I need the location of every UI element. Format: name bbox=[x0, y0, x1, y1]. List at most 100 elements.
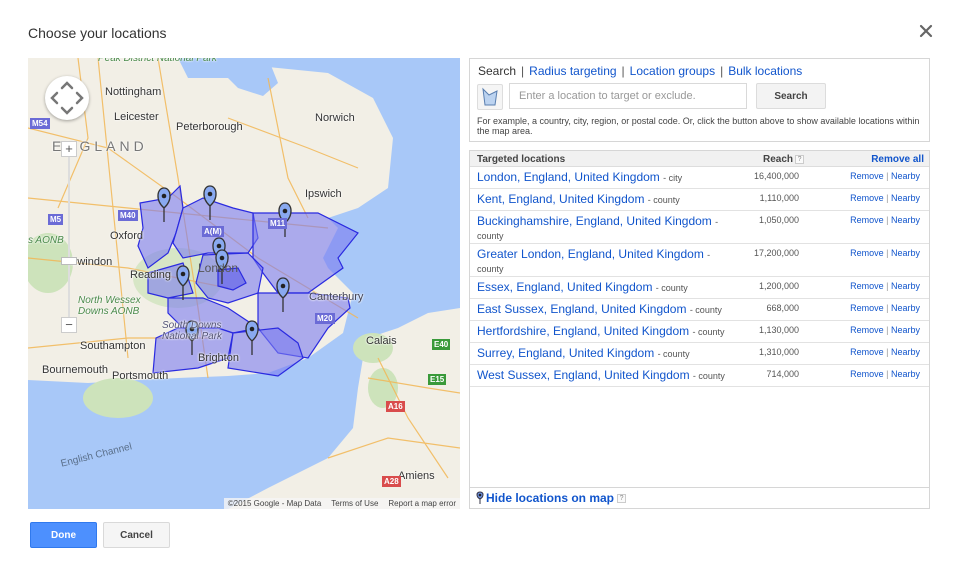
action-separator: | bbox=[886, 248, 889, 258]
map-label-brighton: Brighton bbox=[198, 352, 239, 364]
nearby-link[interactable]: Nearby bbox=[891, 325, 920, 335]
close-icon bbox=[919, 24, 933, 38]
map-pin-icon bbox=[476, 491, 484, 504]
map-label-north-wessex: North Wessex bbox=[78, 295, 141, 306]
map-label-peterborough: Peterborough bbox=[176, 121, 243, 133]
map-label-calais: Calais bbox=[366, 335, 397, 347]
pan-arrows-icon bbox=[50, 81, 84, 115]
header-reach: Reach? bbox=[763, 154, 805, 165]
nearby-link[interactable]: Nearby bbox=[891, 303, 920, 313]
remove-link[interactable]: Remove bbox=[850, 248, 884, 258]
remove-link[interactable]: Remove bbox=[850, 369, 884, 379]
location-name[interactable]: London, England, United Kingdom bbox=[477, 170, 660, 184]
hide-locations-link[interactable]: Hide locations on map ? bbox=[475, 491, 627, 505]
map-area-icon bbox=[482, 87, 498, 106]
map-label-downs-aonb: Downs AONB bbox=[78, 306, 140, 317]
hide-locations-help-icon[interactable]: ? bbox=[617, 493, 627, 503]
remove-link[interactable]: Remove bbox=[850, 193, 884, 203]
location-type: - county bbox=[692, 371, 725, 381]
dialog-title: Choose your locations bbox=[28, 25, 167, 41]
action-separator: | bbox=[886, 193, 889, 203]
location-type: - county bbox=[689, 305, 722, 315]
zoom-in-button[interactable]: + bbox=[61, 141, 77, 157]
map-footer: ©2015 Google - Map Data Terms of Use Rep… bbox=[223, 498, 460, 509]
road-a28: A28 bbox=[382, 476, 401, 487]
map-label-national-park: National Park bbox=[162, 331, 223, 342]
map-report-link[interactable]: Report a map error bbox=[388, 499, 456, 508]
header-targeted-locations: Targeted locations bbox=[477, 154, 566, 165]
tab-separator: | bbox=[720, 64, 724, 78]
targets-table-header: Targeted locations Reach? Remove all bbox=[470, 151, 929, 167]
nearby-link[interactable]: Nearby bbox=[891, 281, 920, 291]
zoom-out-button[interactable]: − bbox=[61, 317, 77, 333]
hide-locations-label[interactable]: Hide locations on map bbox=[486, 491, 614, 505]
location-reach: 1,130,000 bbox=[758, 325, 799, 335]
map-pan-control[interactable] bbox=[45, 76, 89, 120]
remove-link[interactable]: Remove bbox=[850, 281, 884, 291]
remove-link[interactable]: Remove bbox=[850, 325, 884, 335]
reach-help-icon[interactable]: ? bbox=[795, 154, 805, 164]
cancel-button[interactable]: Cancel bbox=[103, 522, 170, 548]
tab-separator: | bbox=[521, 64, 525, 78]
tab-search[interactable]: Search bbox=[478, 64, 516, 78]
tab-radius-targeting[interactable]: Radius targeting bbox=[529, 64, 616, 78]
location-reach: 1,200,000 bbox=[758, 281, 799, 291]
zoom-slider-track[interactable] bbox=[68, 148, 70, 324]
map-label-nottingham: Nottingham bbox=[105, 86, 162, 98]
show-map-area-button[interactable] bbox=[477, 84, 503, 110]
action-separator: | bbox=[886, 281, 889, 291]
location-reach: 1,310,000 bbox=[758, 347, 799, 357]
nearby-link[interactable]: Nearby bbox=[891, 215, 920, 225]
done-button[interactable]: Done bbox=[30, 522, 97, 548]
tab-location-groups[interactable]: Location groups bbox=[630, 64, 715, 78]
location-reach: 714,000 bbox=[766, 369, 799, 379]
location-name[interactable]: East Sussex, England, United Kingdom bbox=[477, 302, 686, 316]
zoom-slider-handle[interactable] bbox=[61, 257, 77, 265]
map-copyright: ©2015 Google - Map Data bbox=[227, 499, 322, 508]
location-name[interactable]: Kent, England, United Kingdom bbox=[477, 192, 644, 206]
location-name[interactable]: Greater London, England, United Kingdom bbox=[477, 247, 704, 261]
map-label-portsmouth: Portsmouth bbox=[112, 370, 169, 382]
location-name[interactable]: West Sussex, England, United Kingdom bbox=[477, 368, 690, 382]
road-m5: M5 bbox=[48, 214, 64, 225]
remove-link[interactable]: Remove bbox=[850, 347, 884, 357]
remove-all-link[interactable]: Remove all bbox=[871, 154, 924, 165]
location-type: - county bbox=[647, 195, 680, 205]
table-row: Buckinghamshire, England, United Kingdom… bbox=[470, 211, 929, 244]
location-name[interactable]: Surrey, England, United Kingdom bbox=[477, 346, 654, 360]
location-reach: 1,050,000 bbox=[758, 215, 799, 225]
search-hint: For example, a country, city, region, or… bbox=[477, 116, 920, 136]
close-button[interactable] bbox=[918, 23, 934, 39]
map-label-reading: Reading bbox=[130, 269, 171, 281]
tab-bulk-locations[interactable]: Bulk locations bbox=[728, 64, 802, 78]
map-label-leicester: Leicester bbox=[114, 111, 159, 123]
tab-separator: | bbox=[621, 64, 625, 78]
nearby-link[interactable]: Nearby bbox=[891, 369, 920, 379]
targeted-locations-panel: Targeted locations Reach? Remove all Lon… bbox=[469, 150, 930, 509]
nearby-link[interactable]: Nearby bbox=[891, 347, 920, 357]
table-row: East Sussex, England, United Kingdom - c… bbox=[470, 299, 929, 321]
nearby-link[interactable]: Nearby bbox=[891, 171, 920, 181]
location-type: - county bbox=[657, 349, 690, 359]
location-name[interactable]: Essex, England, United Kingdom bbox=[477, 280, 652, 294]
nearby-link[interactable]: Nearby bbox=[891, 248, 920, 258]
remove-link[interactable]: Remove bbox=[850, 215, 884, 225]
action-separator: | bbox=[886, 325, 889, 335]
location-search-input[interactable] bbox=[509, 83, 747, 109]
search-tabs: Search | Radius targeting | Location groups |… bbox=[478, 64, 802, 78]
map-label-london: London bbox=[198, 261, 239, 275]
location-reach: 17,200,000 bbox=[753, 248, 799, 258]
location-name[interactable]: Buckinghamshire, England, United Kingdom bbox=[477, 214, 712, 228]
location-reach: 16,400,000 bbox=[753, 171, 799, 181]
map-view[interactable]: Peak District National Park Nottingham L… bbox=[28, 58, 460, 509]
map-label-south-downs: South Downs bbox=[162, 320, 222, 331]
table-row: Hertfordshire, England, United Kingdom -… bbox=[470, 321, 929, 343]
map-label-norwich: Norwich bbox=[315, 112, 355, 124]
nearby-link[interactable]: Nearby bbox=[891, 193, 920, 203]
remove-link[interactable]: Remove bbox=[850, 171, 884, 181]
map-terms-link[interactable]: Terms of Use bbox=[331, 499, 378, 508]
remove-link[interactable]: Remove bbox=[850, 303, 884, 313]
location-name[interactable]: Hertfordshire, England, United Kingdom bbox=[477, 324, 689, 338]
search-button[interactable]: Search bbox=[756, 83, 826, 109]
location-type: - city bbox=[663, 173, 683, 183]
